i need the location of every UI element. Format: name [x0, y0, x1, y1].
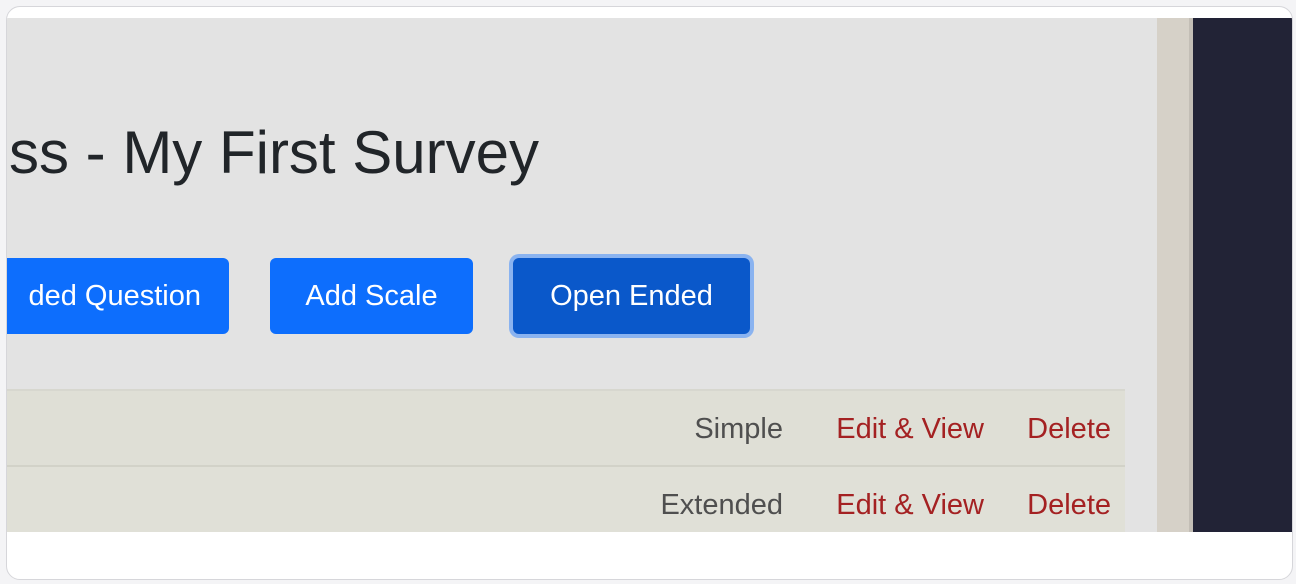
questions-table: Simple Edit & View Delete Extended Edit …	[7, 389, 1125, 532]
question-type: Simple	[694, 413, 783, 445]
delete-link[interactable]: Delete	[1027, 489, 1111, 522]
open-ended-button[interactable]: Open Ended	[513, 258, 750, 334]
add-closed-ended-question-button[interactable]: ded Question	[7, 258, 229, 334]
scrollbar-gutter[interactable]	[1157, 18, 1193, 532]
add-scale-button[interactable]: Add Scale	[270, 258, 473, 334]
question-type: Extended	[660, 489, 783, 521]
delete-link[interactable]: Delete	[1027, 413, 1111, 446]
table-row: Extended Edit & View Delete	[7, 467, 1125, 532]
screenshot-frame: ss - My First Survey ded Question Add Sc…	[6, 6, 1293, 580]
table-row: Simple Edit & View Delete	[7, 391, 1125, 467]
survey-page: ss - My First Survey ded Question Add Sc…	[7, 18, 1157, 532]
page-title: ss - My First Survey	[9, 119, 540, 186]
side-panel	[1193, 18, 1292, 532]
edit-view-link[interactable]: Edit & View	[836, 489, 984, 522]
browser-viewport: ss - My First Survey ded Question Add Sc…	[7, 18, 1292, 532]
edit-view-link[interactable]: Edit & View	[836, 413, 984, 446]
